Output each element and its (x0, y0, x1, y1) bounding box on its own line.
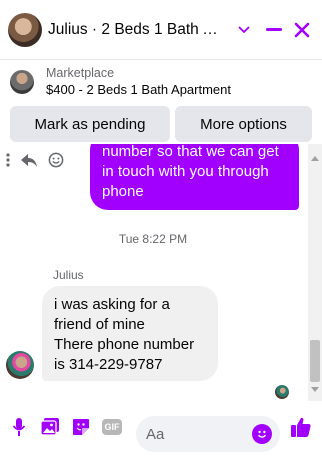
message-line: in touch with you through (102, 163, 269, 180)
message-scrollbar[interactable] (308, 144, 322, 401)
message-line: i was asking for a (54, 296, 170, 313)
message-input-wrapper (136, 416, 280, 452)
listing-thumbnail (10, 70, 34, 94)
sender-avatar[interactable] (6, 351, 34, 379)
photo-icon[interactable] (39, 416, 61, 438)
scroll-up-arrow[interactable] (311, 156, 319, 161)
message-line: phone (102, 183, 144, 200)
message-input[interactable] (146, 425, 256, 443)
chat-title[interactable]: Julius · 2 Beds 1 Bath Apar… (48, 21, 226, 39)
marketplace-label: Marketplace (46, 66, 115, 80)
outgoing-message[interactable]: number so that we can get in touch with … (90, 144, 299, 210)
more-icon[interactable] (6, 152, 10, 173)
scroll-thumb[interactable] (310, 340, 320, 382)
message-composer: GIF (0, 404, 322, 467)
message-line: is 314-229-9787 (54, 356, 163, 373)
message-line: There phone number (54, 336, 195, 353)
incoming-message[interactable]: i was asking for a friend of mine There … (42, 286, 218, 381)
scroll-down-arrow[interactable] (311, 387, 319, 392)
marketplace-listing-bar[interactable]: Marketplace $400 - 2 Beds 1 Bath Apartme… (0, 60, 322, 104)
gif-icon[interactable]: GIF (101, 416, 123, 438)
seen-indicator-avatar (275, 385, 289, 399)
gif-label: GIF (102, 419, 122, 435)
close-icon[interactable] (290, 18, 314, 42)
message-line: friend of mine (54, 316, 145, 333)
reply-icon[interactable] (20, 152, 38, 173)
minimize-icon[interactable] (262, 18, 286, 42)
thumbs-up-icon[interactable] (290, 416, 312, 438)
message-list: number so that we can get in touch with … (0, 144, 322, 401)
listing-title: $400 - 2 Beds 1 Bath Apartment (46, 82, 232, 97)
chevron-down-icon[interactable] (232, 18, 256, 42)
sticker-icon[interactable] (70, 416, 92, 438)
message-timestamp: Tue 8:22 PM (118, 232, 188, 246)
sender-name: Julius (53, 268, 84, 282)
chat-window: Julius · 2 Beds 1 Bath Apar… Marketplace… (0, 0, 322, 467)
message-line: number so that we can get (102, 144, 279, 160)
message-tools (6, 152, 64, 173)
emoji-icon[interactable] (252, 424, 272, 444)
avatar[interactable] (8, 12, 42, 47)
listing-actions: Mark as pending More options (0, 106, 322, 144)
more-options-button[interactable]: More options (175, 106, 312, 142)
react-icon[interactable] (48, 152, 64, 173)
mark-as-pending-button[interactable]: Mark as pending (10, 106, 170, 142)
chat-header: Julius · 2 Beds 1 Bath Apar… (0, 0, 322, 60)
microphone-icon[interactable] (8, 416, 30, 438)
